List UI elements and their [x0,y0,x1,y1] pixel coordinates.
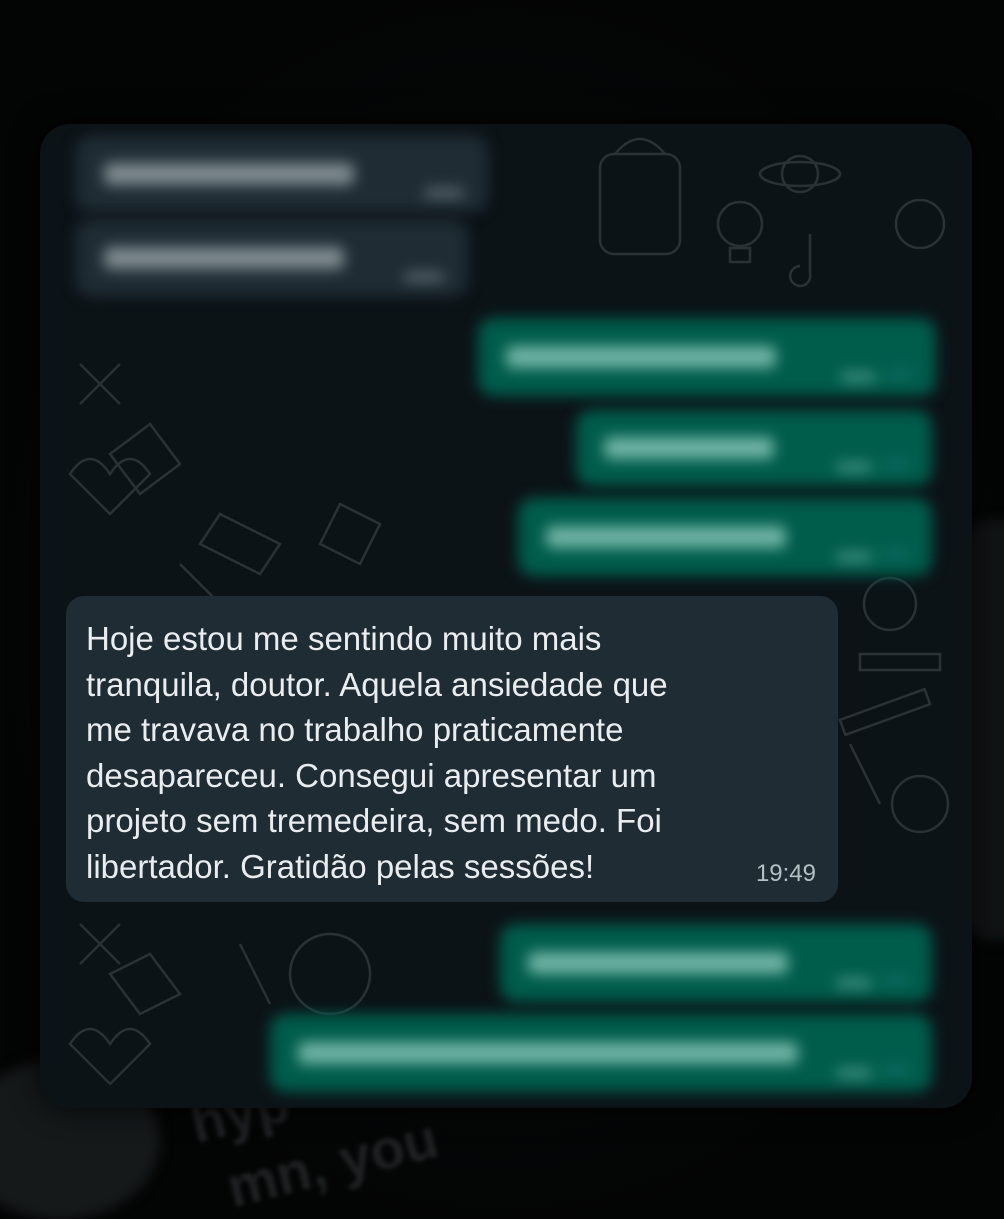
planet-ring-doodle [758,160,842,188]
ruler-doodle-2 [858,652,942,672]
pencil-doodle [848,743,882,805]
blurred-time-placeholder [404,272,444,282]
blurred-outgoing-message: ✓✓ [478,318,936,396]
bulb-doodle-base [728,246,752,264]
blurred-time-placeholder [424,188,464,198]
sun-doodle [894,198,946,250]
bulb-doodle [716,200,764,248]
blurred-text-placeholder [104,247,344,269]
double-check-icon: ✓✓ [883,1062,910,1079]
blurred-time-placeholder [840,372,876,382]
backpack-doodle [598,152,682,256]
double-check-icon: ✓✓ [883,972,910,989]
message-text: Hoje estou me sentindo muito mais tranqu… [86,620,668,885]
message-timestamp: 19:49 [755,860,816,887]
blurred-text-placeholder [104,163,354,185]
blurred-time-placeholder [836,552,872,562]
incoming-message-bubble: Hoje estou me sentindo muito mais tranqu… [66,596,838,902]
blurred-outgoing-message: ✓✓ [500,924,932,1002]
double-check-icon: ✓✓ [883,546,910,563]
math-doodle [79,363,121,405]
blurred-incoming-message [76,136,488,212]
blurred-outgoing-message: ✓✓ [518,498,932,576]
heart-doodle [68,457,152,516]
notebook-doodle [108,422,182,496]
bulb-doodle-2 [862,576,918,632]
blurred-text-placeholder [506,346,776,368]
heart-doodle-2 [68,1027,152,1086]
blurred-time-placeholder [836,462,872,472]
double-check-icon: ✓✓ [887,366,914,383]
blurred-incoming-message [76,220,468,296]
blurred-text-placeholder [528,952,788,974]
backpack-doodle-handle [614,137,666,155]
blurred-text-placeholder [298,1042,798,1064]
ruler-doodle-3 [838,687,932,737]
blurred-time-placeholder [836,1068,872,1078]
blurred-text-placeholder [546,526,786,548]
blurred-outgoing-message: ✓✓ [576,410,932,486]
math-doodle-2 [79,923,121,965]
blurred-text-placeholder [604,437,774,459]
pencil-doodle-2 [238,943,272,1005]
notebook-doodle-2 [318,502,382,566]
blurred-outgoing-message: ✓✓ [270,1014,932,1092]
double-check-icon: ✓✓ [883,456,910,473]
blurred-time-placeholder [836,978,872,988]
chat-window: ✓✓ ✓✓ ✓✓ Hoje estou me sentindo muito ma… [40,124,972,1108]
ruler-doodle [198,512,282,576]
sun-doodle-2 [890,774,950,834]
music-note-doodle [788,234,812,288]
ball-doodle [288,932,372,1016]
